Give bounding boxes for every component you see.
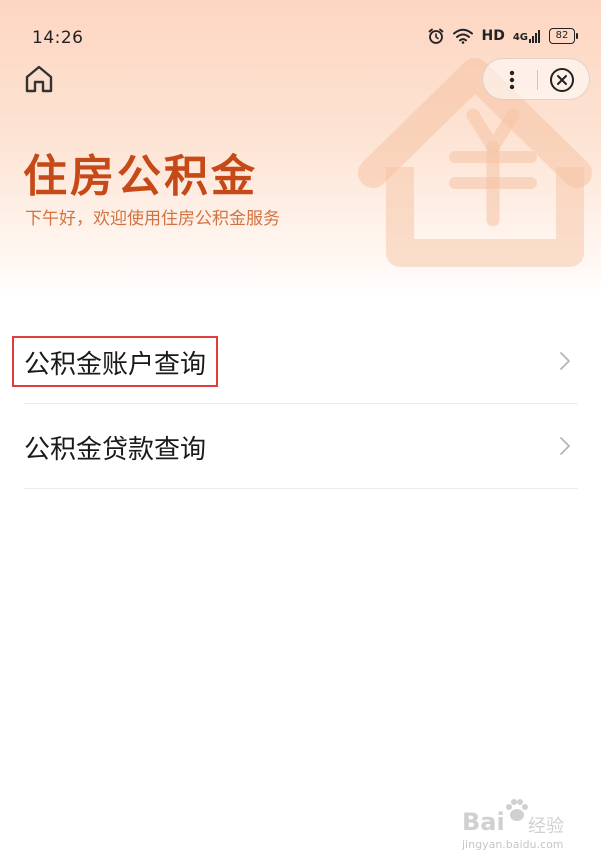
status-bar: 14:26 HD 4G 82: [0, 24, 601, 54]
chevron-right-icon: [560, 352, 570, 370]
annotation-highlight-box: [12, 336, 218, 387]
alarm-icon: [429, 28, 444, 44]
paw-icon: [506, 799, 528, 821]
chevron-right-icon: [560, 437, 570, 455]
hd-indicator: HD: [481, 28, 505, 44]
mini-program-capsule: [482, 58, 590, 100]
greeting-text: 下午好，欢迎使用住房公积金服务: [25, 209, 280, 229]
watermark-url: jingyan.baidu.com: [462, 838, 564, 851]
app-page: 14:26 HD 4G 82 住房公积金 下午好，欢迎使用住房公积金服务 公积金…: [0, 0, 601, 863]
status-time: 14:26: [32, 28, 84, 48]
close-circle-icon[interactable]: [548, 66, 576, 94]
status-icons: HD 4G 82: [427, 27, 578, 45]
baidu-jingyan-watermark: Bai 经验 jingyan.baidu.com: [462, 798, 582, 854]
menu-item-loan-query[interactable]: 公积金贷款查询: [24, 405, 578, 489]
watermark-brand: Bai: [462, 808, 505, 836]
capsule-divider: [537, 70, 538, 90]
more-vertical-icon[interactable]: [498, 66, 526, 94]
menu-item-label: 公积金贷款查询: [24, 435, 207, 465]
battery-icon: 82: [549, 28, 578, 44]
wifi-icon: [453, 28, 474, 44]
home-icon[interactable]: [22, 62, 56, 96]
network-type-text: 4G: [512, 32, 528, 43]
page-title: 住房公积金: [23, 151, 258, 202]
signal-4g-icon: 4G: [513, 29, 541, 43]
watermark-suffix: 经验: [528, 816, 564, 837]
